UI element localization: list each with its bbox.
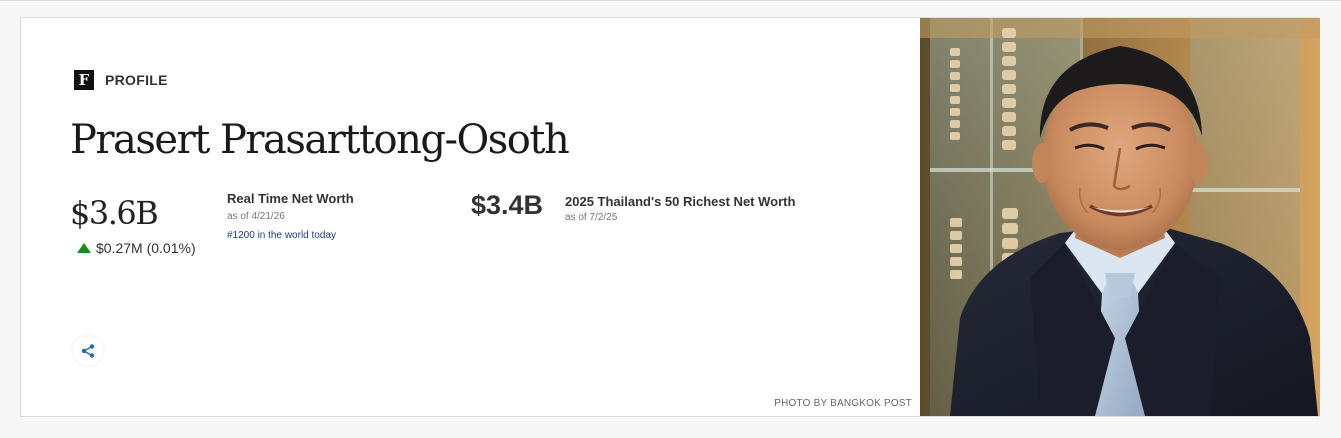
profile-photo <box>920 18 1320 416</box>
top-divider <box>0 0 1341 1</box>
change-value: $0.27M (0.01%) <box>96 240 196 256</box>
forbes-logo: F <box>74 70 94 90</box>
real-time-net-worth-value: $3.6B <box>70 194 159 232</box>
up-arrow-icon <box>77 243 91 253</box>
real-time-as-of: as of 4/21/26 <box>227 211 285 222</box>
photo-credit: PHOTO BY BANGKOK POST <box>774 398 912 409</box>
list-net-worth-value: $3.4B <box>471 190 544 220</box>
share-icon <box>81 344 95 358</box>
real-time-label: Real Time Net Worth <box>227 191 354 206</box>
profile-card: F PROFILE Prasert Prasarttong-Osoth $3.6… <box>20 17 1320 417</box>
person-name: Prasert Prasarttong-Osoth <box>70 117 570 163</box>
share-button[interactable] <box>73 336 103 366</box>
list-net-worth-as-of: as of 7/2/25 <box>565 212 618 223</box>
world-rank-link[interactable]: #1200 in the world today <box>227 230 336 241</box>
list-net-worth-label: 2025 Thailand's 50 Richest Net Worth <box>565 194 796 209</box>
net-worth-change: $0.27M (0.01%) <box>77 240 196 256</box>
section-label: PROFILE <box>105 72 168 88</box>
profile-tag: F PROFILE <box>74 70 168 90</box>
